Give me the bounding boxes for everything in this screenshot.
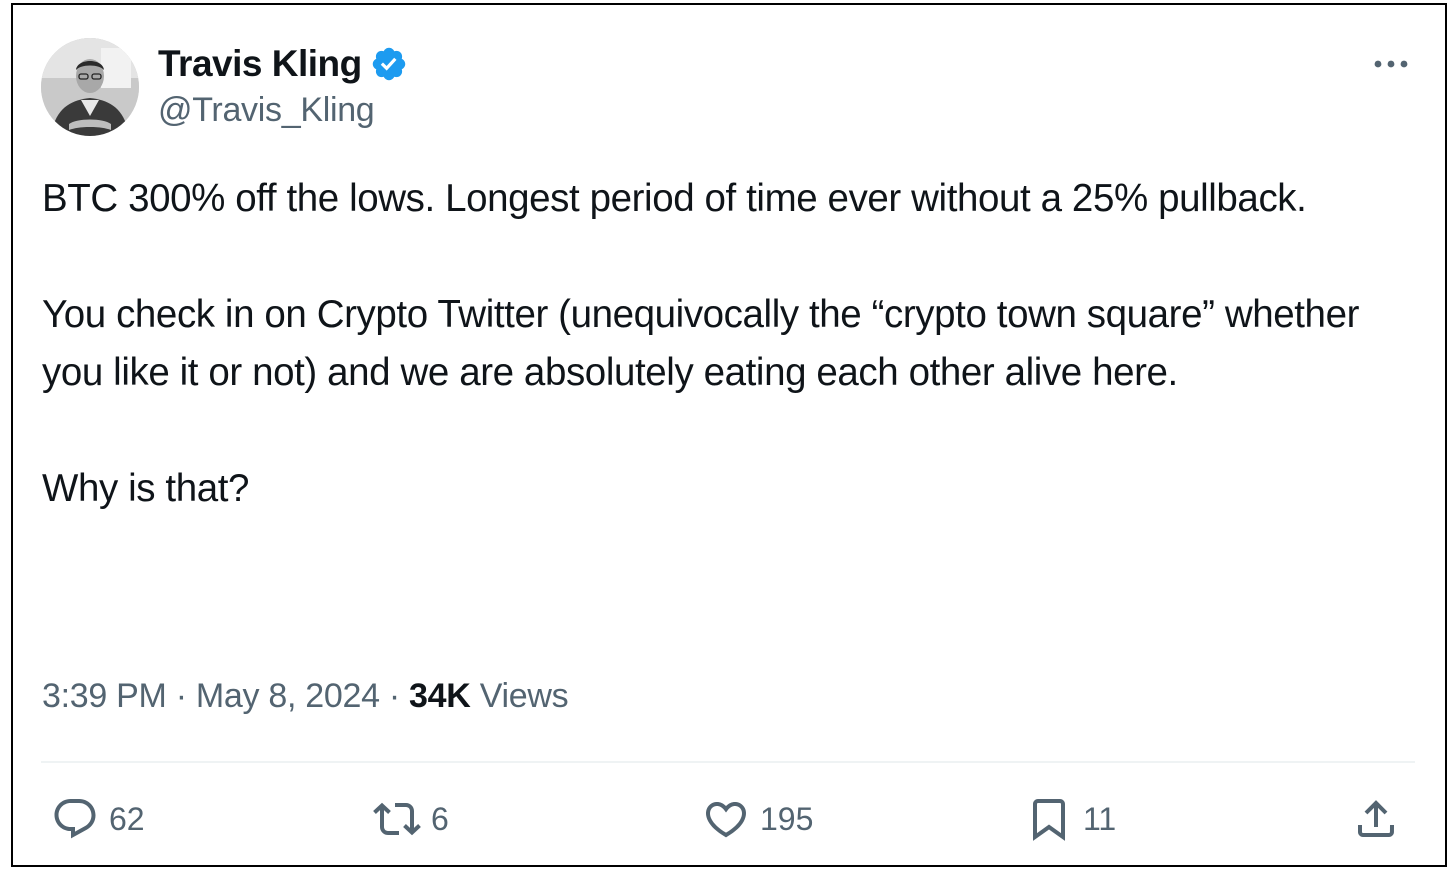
views-count: 34K (409, 677, 471, 715)
reply-icon (54, 799, 96, 839)
author-name-row: Travis Kling (158, 41, 408, 87)
bookmark-count: 11 (1083, 800, 1117, 837)
avatar[interactable] (41, 38, 139, 136)
author-display-name[interactable]: Travis Kling (158, 43, 362, 85)
tweet-paragraph: Why is that? (42, 467, 250, 510)
verified-badge-icon[interactable] (370, 45, 408, 83)
tweet-card: Travis Kling @Travis_Kling BTC 300% off … (11, 3, 1447, 867)
repost-icon (373, 802, 421, 836)
tweet-paragraph: You check in on Crypto Twitter (unequivo… (42, 293, 1359, 394)
bookmark-icon (1033, 799, 1065, 841)
like-count: 195 (760, 800, 814, 837)
share-icon (1358, 800, 1394, 837)
avatar-photo-icon (41, 38, 139, 136)
tweet-meta: 3:39 PM · May 8, 2024 · 34K Views (42, 677, 569, 716)
tweet-time[interactable]: 3:39 PM (42, 677, 167, 715)
more-dots-icon (1374, 60, 1408, 68)
repost-count: 6 (431, 800, 449, 837)
heart-icon (705, 802, 747, 838)
bookmark-button[interactable]: 11 (1025, 789, 1116, 849)
like-button[interactable]: 195 (702, 789, 813, 849)
meta-separator: · (388, 677, 400, 715)
views-label: Views (479, 677, 569, 715)
action-bar: 62 6 195 11 (13, 789, 1445, 849)
meta-separator: · (175, 677, 187, 715)
tweet-text: BTC 300% off the lows. Longest period of… (42, 170, 1412, 518)
reply-count: 62 (109, 800, 145, 837)
repost-button[interactable]: 6 (373, 789, 449, 849)
divider (41, 761, 1415, 763)
author-handle[interactable]: @Travis_Kling (158, 91, 375, 130)
more-options-button[interactable] (1369, 49, 1413, 79)
share-button[interactable] (1352, 789, 1400, 849)
tweet-paragraph: BTC 300% off the lows. Longest period of… (42, 177, 1307, 220)
tweet-date[interactable]: May 8, 2024 (196, 677, 380, 715)
reply-button[interactable]: 62 (51, 789, 145, 849)
